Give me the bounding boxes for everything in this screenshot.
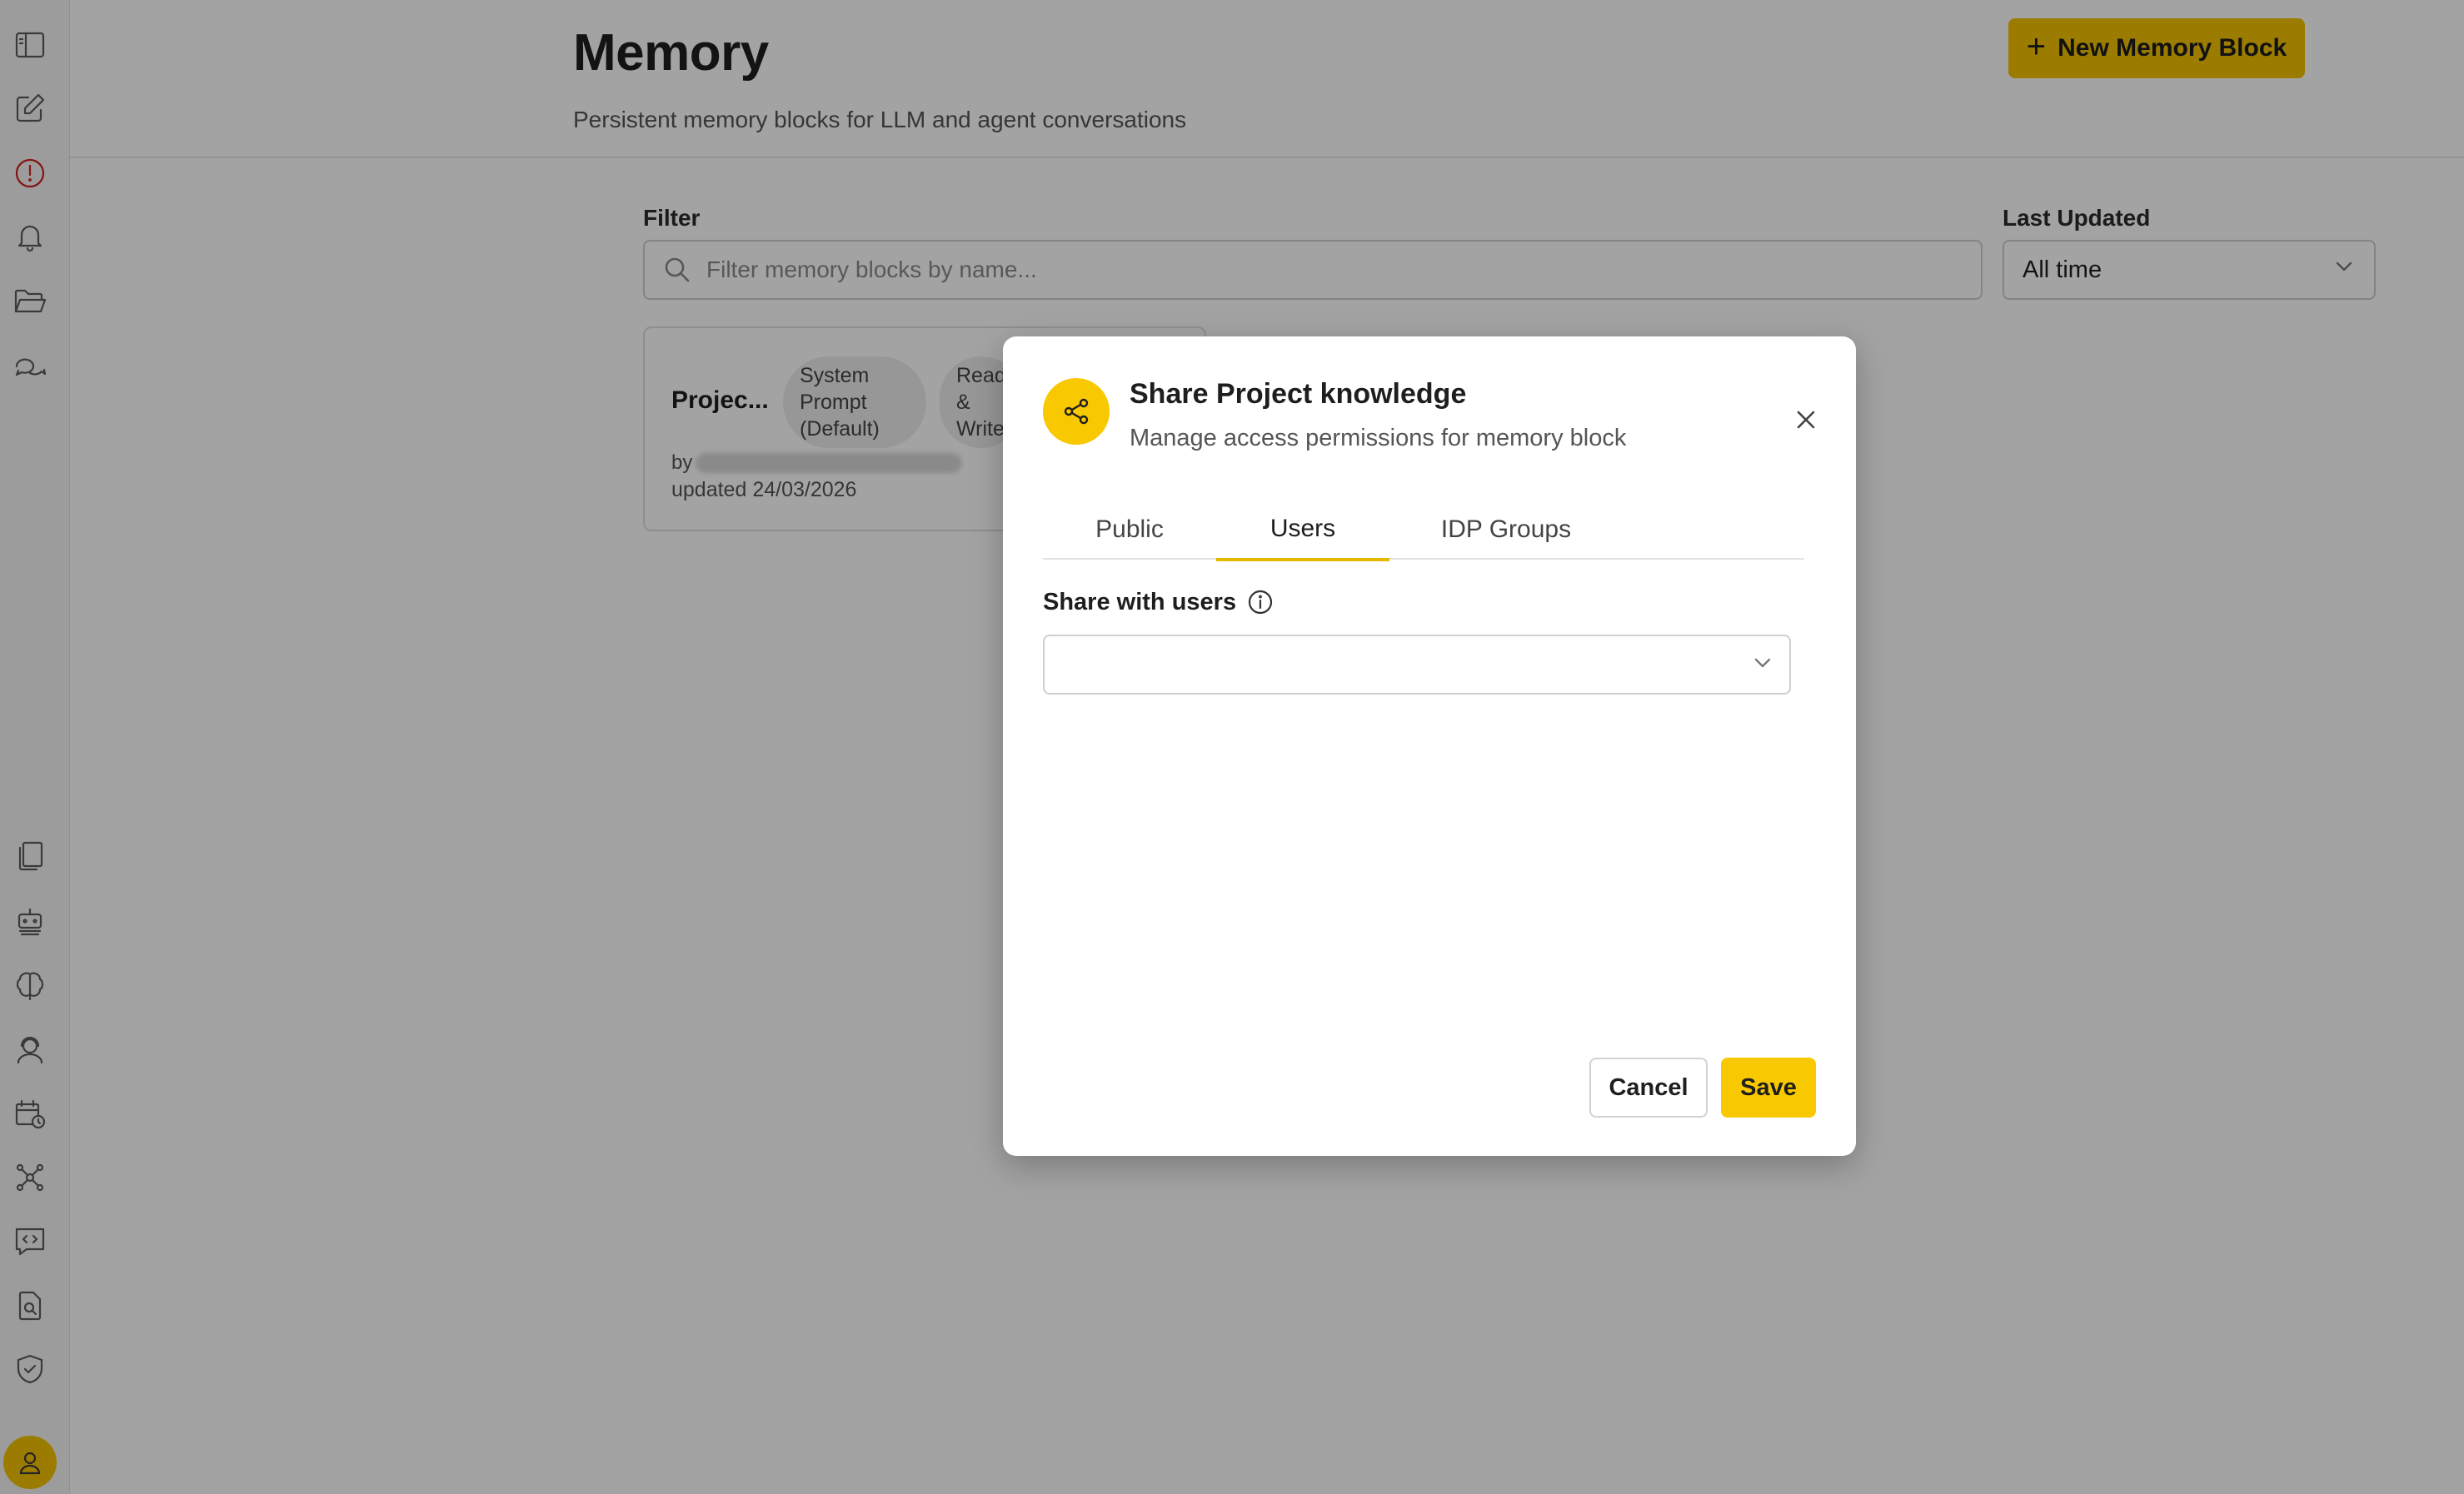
share-dialog: Share Project knowledge Manage access pe…	[1003, 336, 1856, 1156]
dialog-subtitle: Manage access permissions for memory blo…	[1130, 425, 1627, 451]
users-select[interactable]	[1043, 635, 1791, 695]
cancel-button[interactable]: Cancel	[1589, 1058, 1708, 1118]
tab-idp-groups[interactable]: IDP Groups	[1389, 500, 1623, 560]
share-tabs: Public Users IDP Groups	[1043, 500, 1804, 561]
dialog-title: Share Project knowledge	[1130, 378, 1467, 410]
share-with-users-label: Share with users	[1043, 588, 1274, 616]
info-icon[interactable]	[1246, 588, 1274, 616]
save-button[interactable]: Save	[1721, 1058, 1816, 1118]
tab-public[interactable]: Public	[1043, 500, 1216, 560]
close-icon	[1797, 411, 1815, 429]
chevron-down-icon	[1751, 651, 1774, 679]
close-button[interactable]	[1786, 400, 1826, 440]
tab-users[interactable]: Users	[1216, 500, 1389, 561]
share-icon	[1043, 378, 1110, 445]
